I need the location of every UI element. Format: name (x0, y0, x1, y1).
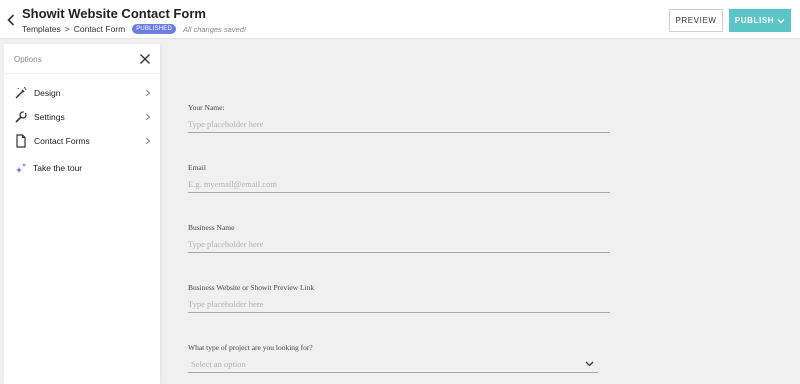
chevron-right-icon (145, 89, 151, 97)
field-label-business-website: Business Website or Showit Preview Link (188, 283, 315, 292)
sidebar-item-label: Design (34, 88, 61, 98)
close-icon[interactable] (139, 53, 151, 65)
publish-button[interactable]: PUBLISH (729, 9, 791, 32)
sidebar-item-label: Contact Forms (34, 136, 90, 146)
field-label-business-name: Business Name (188, 223, 235, 232)
field-label-project-type: What type of project are you looking for… (188, 343, 313, 352)
field-label-email: Email (188, 163, 206, 172)
status-badge: PUBLISHED (132, 24, 177, 34)
project-type-select[interactable]: Select an option (188, 356, 598, 373)
your-name-placeholder: Type placeholder here (188, 119, 264, 129)
chevron-down-icon (585, 361, 594, 367)
page-title: Showit Website Contact Form (22, 6, 206, 21)
wrench-icon (15, 110, 27, 123)
sidebar-item-settings[interactable]: Settings (4, 107, 160, 127)
document-icon (16, 134, 26, 148)
sidebar-item-label: Settings (34, 112, 65, 122)
options-panel-title: Options (14, 55, 42, 64)
back-button[interactable] (4, 11, 18, 29)
business-website-input[interactable]: Type placeholder here (188, 296, 610, 313)
email-input[interactable]: E.g. myemail@email.com (188, 176, 610, 193)
business-name-input[interactable]: Type placeholder here (188, 236, 610, 253)
chevron-down-icon (777, 18, 785, 23)
preview-button[interactable]: PREVIEW (669, 9, 723, 32)
sidebar-item-design[interactable]: Design (4, 83, 160, 103)
chevron-right-icon (145, 113, 151, 121)
chevron-left-icon (7, 14, 15, 26)
chevron-right-icon (145, 137, 151, 145)
sidebar-item-contact-forms[interactable]: Contact Forms (4, 131, 160, 151)
take-the-tour-link[interactable]: Take the tour (4, 158, 160, 178)
breadcrumb-templates[interactable]: Templates (22, 24, 61, 34)
business-website-placeholder: Type placeholder here (188, 299, 264, 309)
contact-form: Your Name: Type placeholder here Email E… (188, 0, 618, 384)
breadcrumb-separator: > (64, 24, 70, 34)
field-label-your-name: Your Name: (188, 103, 225, 112)
sparkle-icon (16, 163, 26, 173)
options-panel-header: Options (4, 44, 160, 74)
business-name-placeholder: Type placeholder here (188, 239, 264, 249)
project-type-placeholder: Select an option (191, 359, 246, 369)
publish-label: PUBLISH (734, 16, 775, 25)
email-placeholder: E.g. myemail@email.com (188, 179, 278, 189)
take-the-tour-label: Take the tour (33, 163, 83, 173)
options-panel: Options Design Settings Contact Forms Ta… (4, 44, 160, 384)
magic-wand-icon (15, 86, 27, 99)
your-name-input[interactable]: Type placeholder here (188, 116, 610, 133)
preview-label: PREVIEW (675, 16, 717, 25)
breadcrumb-contact-form: Contact Form (73, 24, 126, 34)
